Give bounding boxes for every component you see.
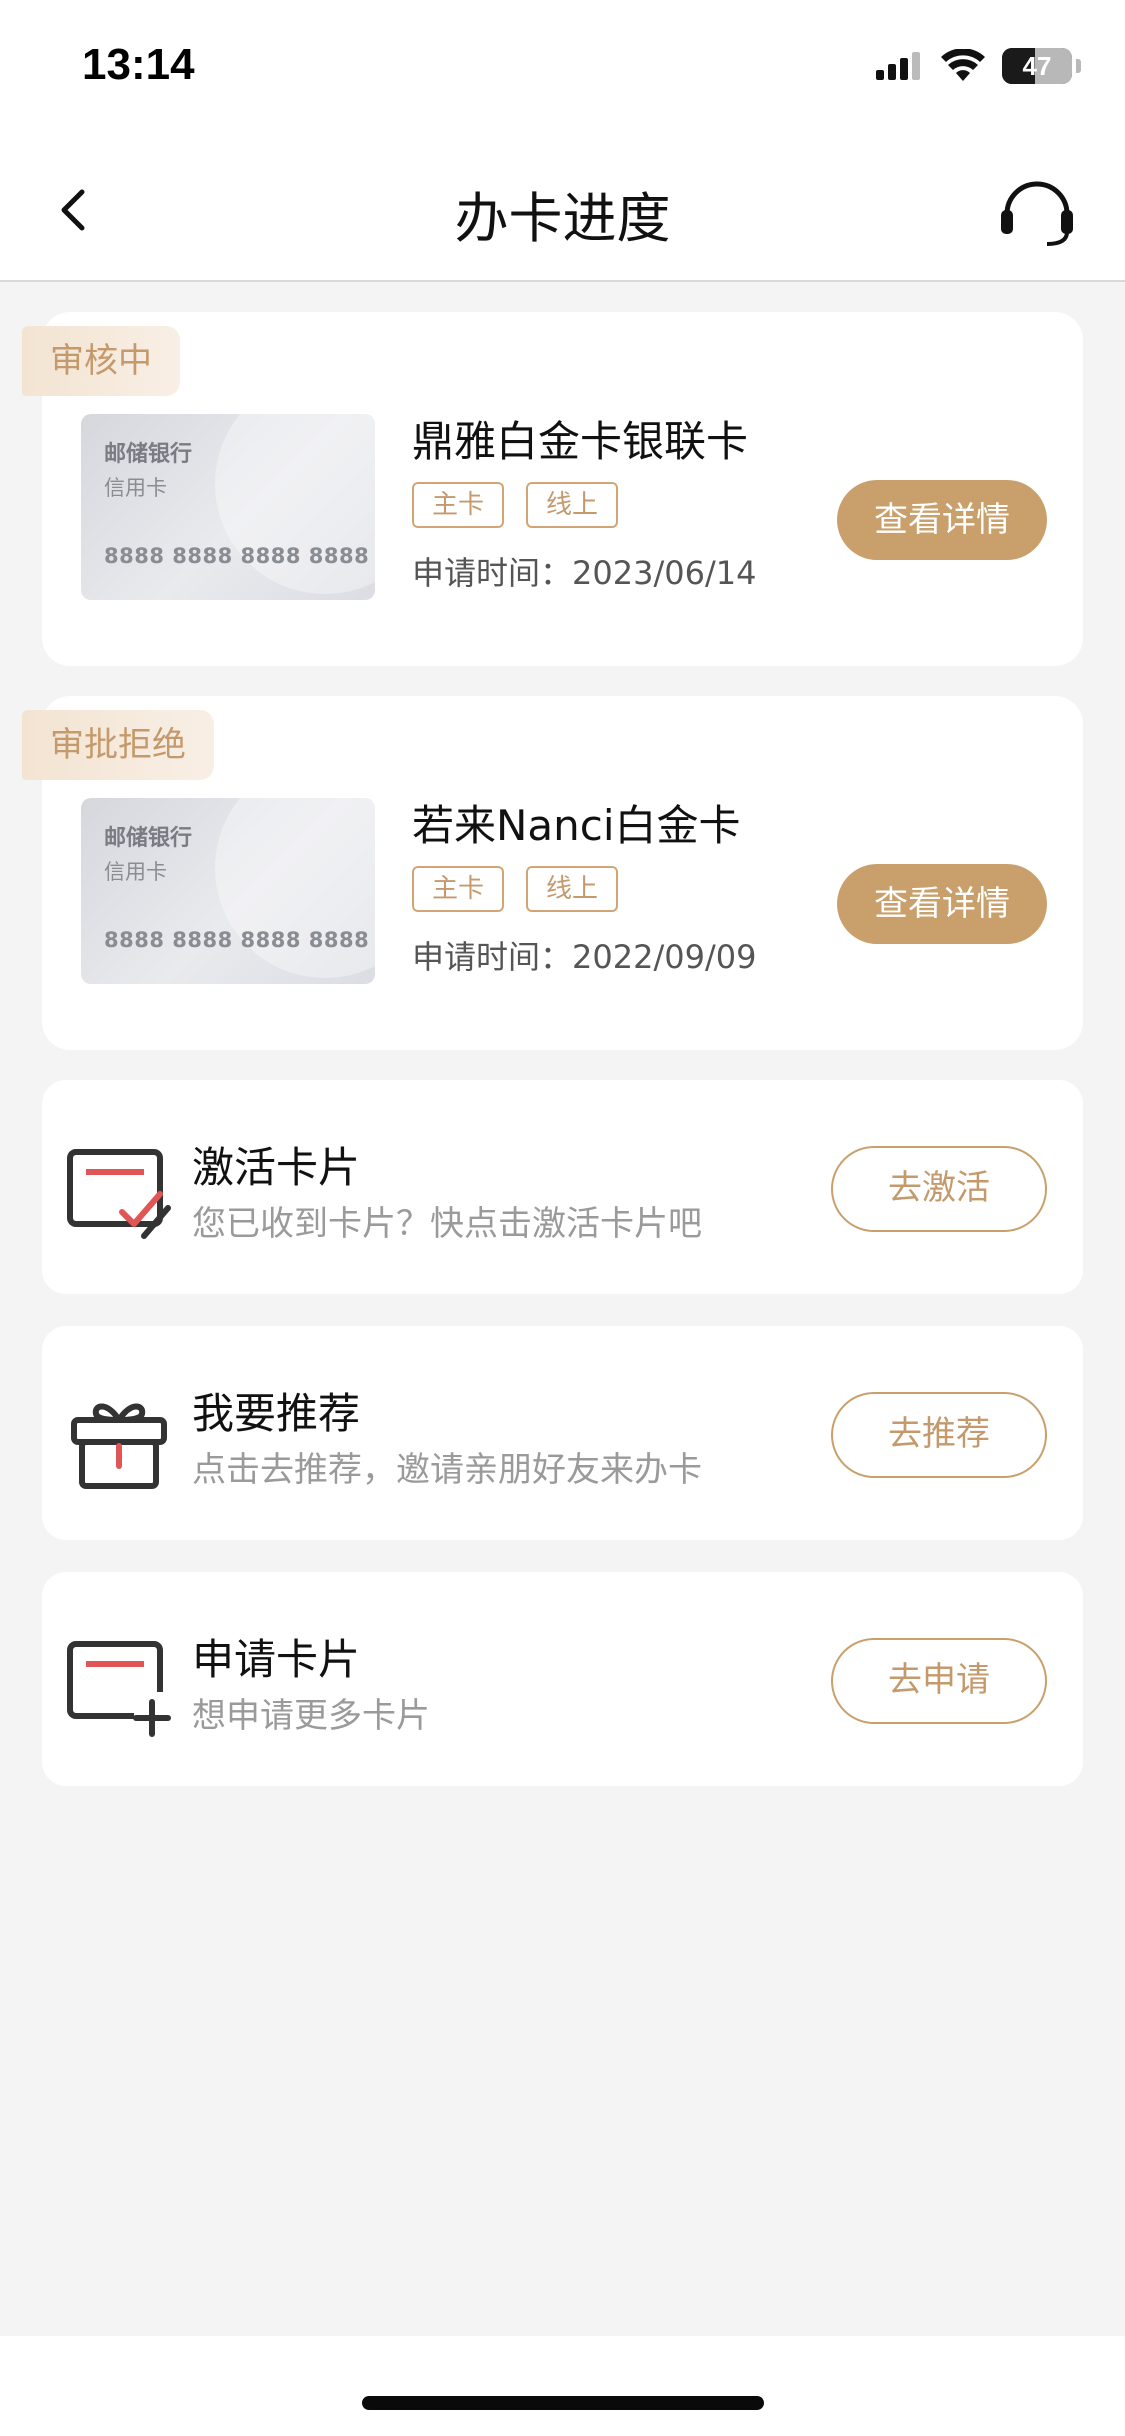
screen: 13:14 47 办卡进度 审核中 邮储银行 信用卡 8888 8888 888… (0, 0, 1125, 2436)
apply-card-row[interactable]: 申请卡片 想申请更多卡片 去申请 (42, 1572, 1083, 1786)
status-time: 13:14 (82, 40, 195, 89)
card-image-bank: 邮储银行 (104, 826, 193, 851)
activate-card-row[interactable]: 激活卡片 您已收到卡片？快点击激活卡片吧 去激活 (42, 1080, 1083, 1294)
action-title: 申请卡片 (192, 1635, 361, 1684)
tag-primary-card: 主卡 (412, 866, 505, 912)
recommend-row[interactable]: 我要推荐 点击去推荐，邀请亲朋好友来办卡 去推荐 (42, 1326, 1083, 1540)
view-details-button[interactable]: 查看详情 (837, 480, 1047, 560)
card-image-type: 信用卡 (104, 860, 167, 884)
card-tags: 主卡 线上 (412, 866, 619, 912)
battery-level: 47 (1022, 50, 1052, 81)
signal-icon (876, 52, 920, 80)
application-card: 审核中 邮储银行 信用卡 8888 8888 8888 8888 鼎雅白金卡银联… (22, 312, 1083, 666)
nav-bar: 办卡进度 (0, 140, 1125, 282)
action-subtitle: 您已收到卡片？快点击激活卡片吧 (192, 1204, 702, 1244)
card-name: 鼎雅白金卡银联卡 (412, 417, 749, 466)
action-title: 激活卡片 (192, 1143, 361, 1192)
action-title: 我要推荐 (192, 1389, 361, 1438)
add-card-icon (67, 1641, 171, 1737)
card-image: 邮储银行 信用卡 8888 8888 8888 8888 (81, 798, 375, 984)
recommend-button[interactable]: 去推荐 (831, 1392, 1047, 1478)
battery-icon: 47 (1002, 48, 1072, 84)
wifi-icon (941, 49, 985, 81)
battery-cap (1076, 59, 1081, 73)
tag-primary-card: 主卡 (412, 482, 505, 528)
activate-card-icon (67, 1149, 171, 1239)
card-image-bank: 邮储银行 (104, 442, 193, 467)
card-image-number: 8888 8888 8888 8888 (104, 928, 370, 952)
application-card: 审批拒绝 邮储银行 信用卡 8888 8888 8888 8888 若来Nanc… (22, 696, 1083, 1050)
card-tags: 主卡 线上 (412, 482, 619, 528)
status-icons: 47 (876, 48, 1081, 84)
tag-online: 线上 (526, 482, 619, 528)
application-date: 申请时间：2023/06/14 (412, 554, 757, 592)
status-badge: 审核中 (22, 326, 180, 396)
card-image: 邮储银行 信用卡 8888 8888 8888 8888 (81, 414, 375, 600)
customer-service-button[interactable] (997, 170, 1077, 250)
action-subtitle: 想申请更多卡片 (192, 1696, 430, 1736)
activate-button[interactable]: 去激活 (831, 1146, 1047, 1232)
card-image-type: 信用卡 (104, 476, 167, 500)
customer-service-icon (1001, 181, 1073, 246)
gift-icon (71, 1403, 167, 1489)
status-badge: 审批拒绝 (22, 710, 214, 780)
card-name: 若来Nanci白金卡 (412, 801, 741, 850)
application-date: 申请时间：2022/09/09 (412, 938, 757, 976)
home-indicator[interactable] (362, 2396, 764, 2410)
tag-online: 线上 (526, 866, 619, 912)
card-image-number: 8888 8888 8888 8888 (104, 544, 370, 568)
action-subtitle: 点击去推荐，邀请亲朋好友来办卡 (192, 1450, 702, 1490)
status-bar: 13:14 47 (0, 0, 1125, 140)
view-details-button[interactable]: 查看详情 (837, 864, 1047, 944)
bottom-safe-area (0, 2336, 1125, 2436)
apply-button[interactable]: 去申请 (831, 1638, 1047, 1724)
page-title: 办卡进度 (454, 187, 671, 250)
